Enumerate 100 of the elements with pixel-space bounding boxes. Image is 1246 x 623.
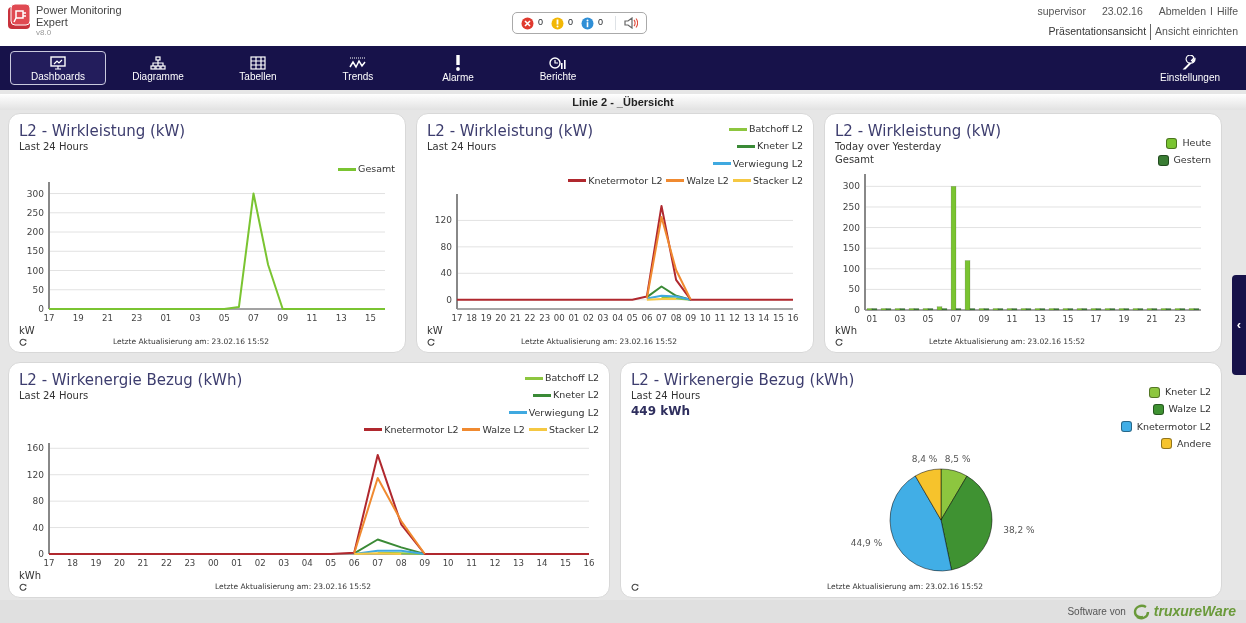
total-value: 449 kWh [631, 403, 691, 420]
legend-label[interactable]: Stacker L2 [548, 422, 599, 437]
tick-label: 05 [325, 558, 337, 568]
legend-label[interactable]: Walze L2 [482, 422, 525, 437]
legend-label[interactable]: Heute [1182, 136, 1211, 151]
tick-label: 23 [1174, 313, 1186, 324]
panel-toggle[interactable]: ‹ [1232, 275, 1246, 375]
view-link[interactable]: Ansicht einrichten [1150, 23, 1238, 40]
data-label: 44,9 % [850, 537, 883, 548]
legend-label[interactable]: Walze L2 [1168, 402, 1211, 417]
tick-label: 13 [1034, 313, 1046, 324]
tick-label: 40 [440, 268, 452, 279]
speaker-icon[interactable] [624, 17, 639, 29]
tick-label: 04 [612, 313, 624, 323]
refresh-icon[interactable] [835, 338, 843, 346]
header-link[interactable]: Hilfe [1216, 4, 1238, 20]
tick-label: 20 [495, 313, 507, 323]
tick-label: 01 [160, 313, 172, 324]
tick-label: 16 [787, 313, 799, 323]
tick-label: 11 [1006, 313, 1018, 324]
nav-tab[interactable]: Dashboards [10, 51, 106, 85]
alarm-count: 0 [538, 16, 543, 30]
tick-label: 18 [67, 558, 78, 568]
legend-label[interactable]: Kneter L2 [757, 139, 803, 154]
alarm-count: 0 [598, 16, 604, 30]
widget-title: L2 - Wirkenergie Bezug (kWh) [19, 371, 243, 389]
clock-chart-icon [549, 55, 567, 70]
nav-tab[interactable]: Berichte [510, 51, 606, 85]
legend-label[interactable]: Batchoff L2 [544, 371, 599, 386]
legend-label[interactable]: Knetermotor L2 [588, 173, 663, 188]
trend-line-icon [349, 55, 367, 70]
tick-label: 19 [480, 313, 492, 323]
refresh-icon[interactable] [19, 338, 27, 346]
axis-unit: kWh [19, 570, 43, 581]
settings-button[interactable]: Einstellungen [1142, 51, 1238, 85]
legend-label[interactable]: Stacker L2 [752, 173, 803, 188]
view-link[interactable]: Präsentationsansicht [1048, 23, 1147, 40]
tick-label: 18 [466, 313, 478, 323]
legend-label[interactable]: Kneter L2 [553, 388, 599, 403]
widget-subtitle: Last 24 Hours [19, 140, 90, 153]
hierarchy-icon [150, 55, 166, 70]
tick-label: 21 [509, 313, 521, 323]
product-name: Expert [36, 16, 69, 28]
data-label: 8,4 % [911, 454, 938, 465]
axis-unit: kWh [835, 325, 859, 336]
alarm-summary[interactable]: 0 0 0 [512, 12, 648, 34]
header-link[interactable]: Abmelden [1158, 4, 1207, 20]
refresh-icon[interactable] [19, 583, 27, 591]
legend-label[interactable]: Andere [1177, 436, 1211, 451]
tick-label: 03 [278, 558, 290, 568]
tick-label: 21 [1146, 313, 1158, 324]
brand-logo-icon [1131, 603, 1150, 620]
widget-subtitle: Last 24 Hours [427, 140, 498, 153]
tick-label: 15 [364, 313, 376, 324]
tick-label: 22 [160, 558, 172, 568]
tick-label: 11 [306, 313, 318, 324]
tick-label: 07 [248, 313, 259, 324]
nav-tab[interactable]: Diagramme [110, 51, 206, 85]
tick-label: 20 [113, 558, 125, 568]
legend-label[interactable]: Verwiegung L2 [732, 156, 803, 171]
logo-icon [8, 4, 32, 30]
tick-label: 13 [513, 558, 525, 568]
refresh-icon[interactable] [631, 583, 639, 591]
tick-label: 10 [699, 313, 711, 323]
widget-subtitle: Gesamt [835, 153, 875, 166]
tick-label: 11 [466, 558, 478, 568]
tick-label: 16 [583, 558, 595, 568]
legend-label[interactable]: Gestern [1173, 153, 1211, 168]
tick-label: 250 [842, 201, 860, 212]
nav-tab[interactable]: Alarme [410, 51, 506, 85]
info-icon [581, 16, 595, 30]
legend-label[interactable]: Kneter L2 [1165, 385, 1211, 400]
tick-label: 200 [26, 227, 44, 238]
error-icon [521, 16, 534, 30]
tick-label: 40 [32, 522, 44, 533]
warning-icon [551, 16, 564, 30]
legend-label[interactable]: Batchoff L2 [748, 122, 803, 137]
tick-label: 08 [395, 558, 407, 568]
tick-label: 01 [568, 313, 580, 323]
legend-label[interactable]: Walze L2 [686, 173, 729, 188]
tick-label: 100 [26, 265, 44, 276]
tick-label: 19 [1118, 313, 1130, 324]
tick-label: 09 [978, 313, 990, 324]
nav-tab[interactable]: Tabellen [210, 51, 306, 85]
tick-label: 07 [656, 313, 667, 323]
tick-label: 17 [1090, 313, 1102, 324]
refresh-icon[interactable] [427, 338, 435, 346]
nav-tab[interactable]: Trends [310, 51, 406, 85]
axis-unit: kW [427, 325, 444, 336]
tick-label: 80 [440, 241, 452, 252]
user-name: supervisor [1037, 4, 1086, 19]
tick-label: 19 [90, 558, 102, 568]
legend-label[interactable]: Gesamt [358, 162, 395, 177]
legend-label[interactable]: Verwiegung L2 [528, 405, 599, 420]
legend-label[interactable]: Knetermotor L2 [384, 422, 459, 437]
tick-label: 04 [301, 558, 313, 568]
legend-label[interactable]: Knetermotor L2 [1136, 419, 1211, 434]
widget-subtitle: Last 24 Hours [631, 389, 702, 402]
wrench-icon [1182, 54, 1198, 71]
tick-label: 120 [26, 469, 44, 480]
